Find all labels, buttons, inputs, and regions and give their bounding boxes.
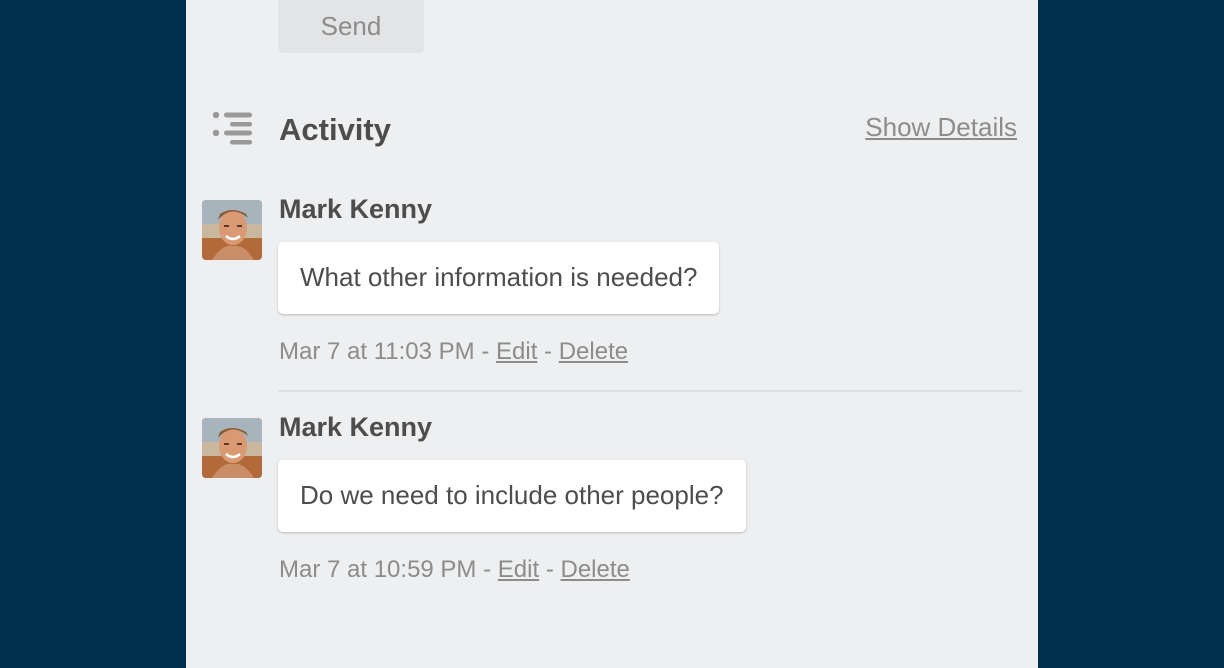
comment-text[interactable]: What other information is needed? [278, 242, 720, 314]
card-detail-panel: Send Activity Show Details Mark Kenny Wh… [186, 0, 1038, 668]
separator: - [483, 556, 498, 583]
comment-timestamp: Mar 7 at 10:59 PM [279, 556, 477, 583]
comment-author[interactable]: Mark Kenny [279, 412, 432, 443]
edit-link[interactable]: Edit [498, 556, 539, 583]
separator: - [544, 338, 559, 365]
delete-link[interactable]: Delete [560, 556, 629, 583]
delete-link[interactable]: Delete [559, 338, 628, 365]
user-avatar-image [202, 200, 262, 260]
comment-meta: Mar 7 at 11:03 PM - Edit - Delete [279, 338, 628, 366]
comment-author[interactable]: Mark Kenny [279, 194, 432, 225]
comment-meta: Mar 7 at 10:59 PM - Edit - Delete [279, 556, 630, 584]
edit-link[interactable]: Edit [496, 338, 537, 365]
activity-heading: Activity [279, 112, 391, 147]
send-button[interactable]: Send [278, 0, 424, 53]
divider [278, 390, 1022, 392]
comment-timestamp: Mar 7 at 11:03 PM [279, 338, 475, 365]
avatar[interactable] [202, 200, 262, 260]
activity-list-icon [212, 111, 252, 145]
show-details-link[interactable]: Show Details [865, 112, 1017, 143]
avatar[interactable] [202, 418, 262, 478]
separator: - [545, 556, 561, 583]
user-avatar-image [202, 418, 262, 478]
comment-text[interactable]: Do we need to include other people? [278, 460, 746, 532]
separator: - [481, 338, 496, 365]
